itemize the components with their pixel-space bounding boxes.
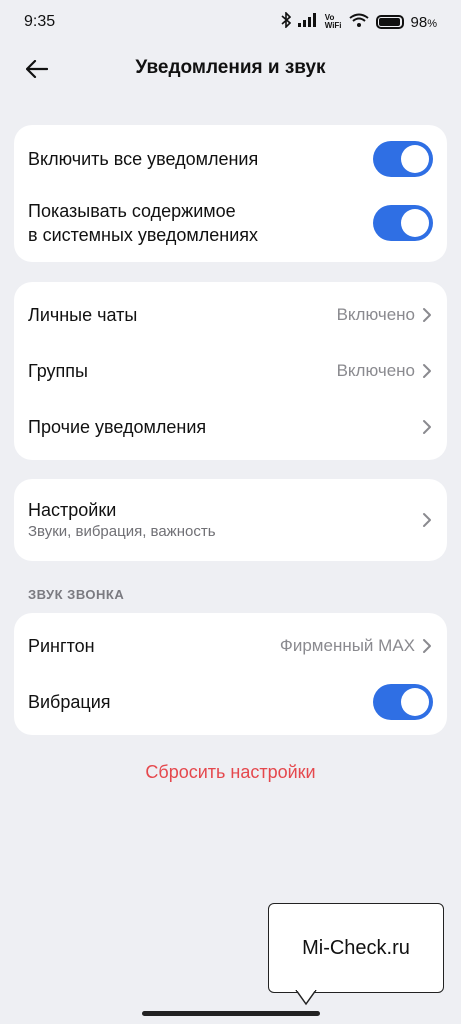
other-notifications-row[interactable]: Прочие уведомления: [14, 404, 447, 450]
show-content-label-line2: в системных уведомлениях: [28, 225, 259, 245]
battery-fill: [378, 18, 401, 26]
ringtone-section-title: ЗВУК ЗВОНКА: [28, 587, 125, 602]
bluetooth-icon: [281, 11, 291, 32]
battery-percent-unit: %: [427, 17, 437, 30]
ringtone-row[interactable]: Рингтон Фирменный MAX: [14, 623, 447, 669]
arrow-left-icon: [26, 60, 48, 78]
status-bar: 9:35 Vo WiFi 98%: [0, 0, 461, 44]
chevron-right-icon: [423, 639, 431, 653]
battery-percent: 98%: [411, 14, 437, 31]
groups-label: Группы: [28, 361, 88, 381]
home-indicator[interactable]: [142, 1011, 320, 1016]
settings-row[interactable]: Настройки Звуки, вибрация, важность: [14, 493, 447, 547]
watermark-text: Mi-Check.ru: [302, 936, 410, 959]
enable-all-notifications-label: Включить все уведомления: [28, 149, 259, 169]
chevron-right-icon: [423, 364, 431, 378]
toggle-knob: [401, 688, 429, 716]
app-header: Уведомления и звук: [0, 44, 461, 92]
ringtone-card: Рингтон Фирменный MAX Вибрация: [14, 613, 447, 735]
personal-chats-label: Личные чаты: [28, 305, 138, 325]
status-icons: Vo WiFi 98%: [281, 11, 437, 32]
status-time: 9:35: [24, 13, 56, 30]
reset-settings-button[interactable]: Сбросить настройки: [0, 762, 461, 783]
chevron-right-icon: [423, 513, 431, 527]
notifications-card: Включить все уведомления Показывать соде…: [14, 125, 447, 262]
chevron-right-icon: [423, 420, 431, 434]
toggle-knob: [401, 145, 429, 173]
vibration-toggle[interactable]: [373, 684, 433, 720]
wifi-icon: [348, 13, 369, 31]
personal-chats-value: Включено: [336, 305, 415, 324]
groups-value: Включено: [336, 361, 415, 380]
watermark-callout: Mi-Check.ru: [268, 903, 444, 993]
settings-label: Настройки: [28, 500, 117, 520]
vibration-label: Вибрация: [28, 692, 111, 712]
toggle-knob: [401, 209, 429, 237]
groups-row[interactable]: Группы Включено: [14, 348, 447, 394]
show-content-toggle[interactable]: [373, 205, 433, 241]
vibration-row[interactable]: Вибрация: [14, 679, 447, 725]
chats-card: Личные чаты Включено Группы Включено Про…: [14, 282, 447, 460]
ringtone-value: Фирменный MAX: [279, 636, 415, 655]
show-content-row[interactable]: Показывать содержимое в системных уведом…: [14, 198, 447, 248]
chevron-right-icon: [423, 308, 431, 322]
other-notifications-label: Прочие уведомления: [28, 417, 207, 437]
battery-percent-value: 98: [410, 13, 428, 31]
cellular-signal-icon: [297, 13, 318, 31]
battery-icon: [375, 15, 404, 29]
enable-all-notifications-row[interactable]: Включить все уведомления: [14, 139, 447, 179]
callout-tail: [295, 990, 317, 1006]
vowifi-bottom-text: WiFi: [324, 21, 342, 30]
ringtone-label: Рингтон: [28, 636, 95, 656]
back-button[interactable]: [20, 52, 54, 86]
page-title: Уведомления и звук: [135, 57, 326, 78]
settings-sublabel: Звуки, вибрация, важность: [28, 523, 216, 540]
enable-all-notifications-toggle[interactable]: [373, 141, 433, 177]
vowifi-indicator: Vo WiFi: [325, 14, 342, 30]
personal-chats-row[interactable]: Личные чаты Включено: [14, 292, 447, 338]
settings-card: Настройки Звуки, вибрация, важность: [14, 479, 447, 561]
show-content-label-line1: Показывать содержимое: [28, 201, 236, 221]
